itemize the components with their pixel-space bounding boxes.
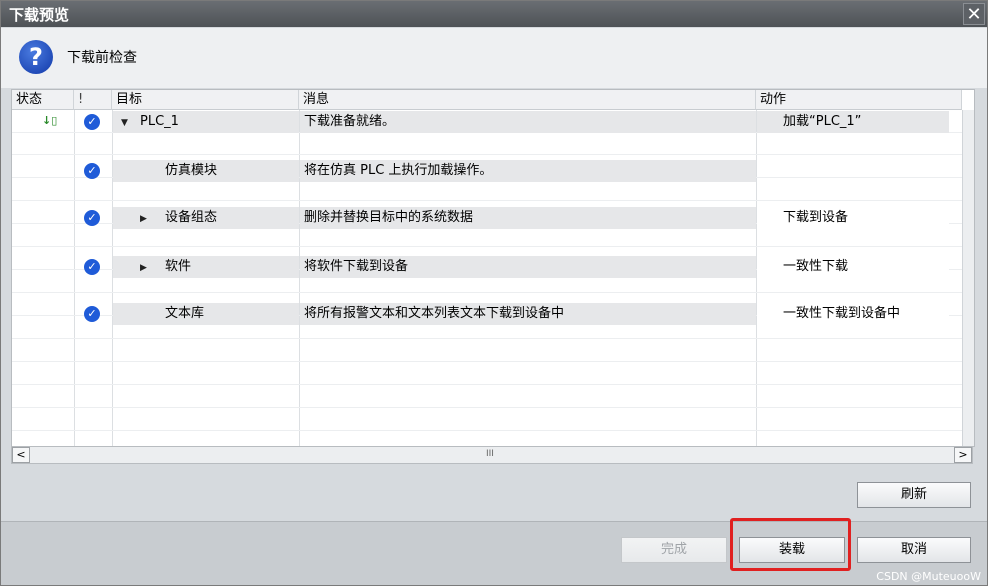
expand-right-icon[interactable]: ▶ (140, 208, 147, 230)
action-cell[interactable]: 下载到设备 (757, 207, 949, 229)
column-header-action[interactable]: 动作 (756, 90, 962, 110)
header-text: 下载前检查 (67, 50, 137, 66)
message-cell: 将软件下载到设备 (300, 256, 756, 278)
column-header-message[interactable]: 消息 (299, 90, 756, 110)
check-icon: ✓ (84, 306, 100, 322)
highlight-box (730, 518, 851, 571)
message-cell: 将在仿真 PLC 上执行加载操作。 (300, 160, 756, 182)
scroll-right-button[interactable]: > (954, 447, 972, 463)
horizontal-scrollbar[interactable]: < III > (11, 446, 973, 464)
close-icon: ✕ (966, 4, 982, 25)
table-row[interactable]: ✓ 文本库 将所有报警文本和文本列表文本下载到设备中 一致性下载到设备中 (12, 303, 974, 325)
finish-button[interactable]: 完成 (621, 537, 727, 563)
column-header-alert[interactable]: ! (74, 90, 112, 110)
column-header-status[interactable]: 状态 (12, 90, 74, 110)
table-row[interactable]: ✓ ▶ 设备组态 删除并替换目标中的系统数据 下载到设备 (12, 207, 974, 229)
check-icon: ✓ (84, 210, 100, 226)
target-cell: ▶ 设备组态 (113, 207, 299, 229)
vertical-scrollbar[interactable] (962, 110, 974, 446)
close-button[interactable]: ✕ (963, 3, 985, 25)
check-table: 状态 ! 目标 消息 动作 ↓▯ ✓ ▼ PLC_1 下载准备就绪。 加载“PL… (11, 89, 975, 447)
table-row[interactable]: ↓▯ ✓ ▼ PLC_1 下载准备就绪。 加载“PLC_1” (12, 111, 974, 133)
target-label: 仿真模块 (165, 163, 218, 178)
action-cell[interactable]: 一致性下载到设备中 (757, 303, 949, 325)
download-preview-dialog: 下载预览 ✕ ? 下载前检查 状态 ! 目标 消息 动作 ↓▯ ✓ ▼ PLC_… (0, 0, 988, 586)
check-icon: ✓ (84, 163, 100, 179)
question-icon: ? (19, 40, 53, 74)
message-cell: 下载准备就绪。 (300, 111, 756, 133)
table-row[interactable]: ✓ 仿真模块 将在仿真 PLC 上执行加载操作。 (12, 160, 974, 182)
check-icon: ✓ (84, 259, 100, 275)
target-cell: 文本库 (113, 303, 299, 325)
title-bar[interactable]: 下载预览 ✕ (1, 1, 987, 27)
watermark: CSDN @MuteuooW (876, 570, 981, 583)
target-label: 软件 (165, 259, 192, 274)
scroll-grip-icon[interactable]: III (486, 449, 494, 459)
expand-down-icon[interactable]: ▼ (121, 112, 128, 134)
target-label: 设备组态 (165, 210, 218, 225)
table-row[interactable]: ✓ ▶ 软件 将软件下载到设备 一致性下载 (12, 256, 974, 278)
expand-right-icon[interactable]: ▶ (140, 257, 147, 279)
target-label: PLC_1 (140, 114, 179, 129)
target-cell: ▶ 软件 (113, 256, 299, 278)
target-cell: 仿真模块 (113, 160, 299, 182)
dialog-title: 下载预览 (9, 6, 70, 24)
action-cell[interactable]: 一致性下载 (757, 256, 949, 278)
scroll-left-button[interactable]: < (12, 447, 30, 463)
action-cell[interactable]: 加载“PLC_1” (757, 111, 949, 133)
cancel-button[interactable]: 取消 (857, 537, 971, 563)
header-area: ? 下载前检查 (1, 28, 987, 88)
refresh-button[interactable]: 刷新 (857, 482, 971, 508)
download-status-icon: ↓▯ (42, 114, 58, 127)
target-cell: ▼ PLC_1 (113, 111, 299, 133)
column-header-target[interactable]: 目标 (112, 90, 299, 110)
message-cell: 将所有报警文本和文本列表文本下载到设备中 (300, 303, 756, 325)
check-icon: ✓ (84, 114, 100, 130)
target-label: 文本库 (165, 306, 205, 321)
message-cell: 删除并替换目标中的系统数据 (300, 207, 756, 229)
